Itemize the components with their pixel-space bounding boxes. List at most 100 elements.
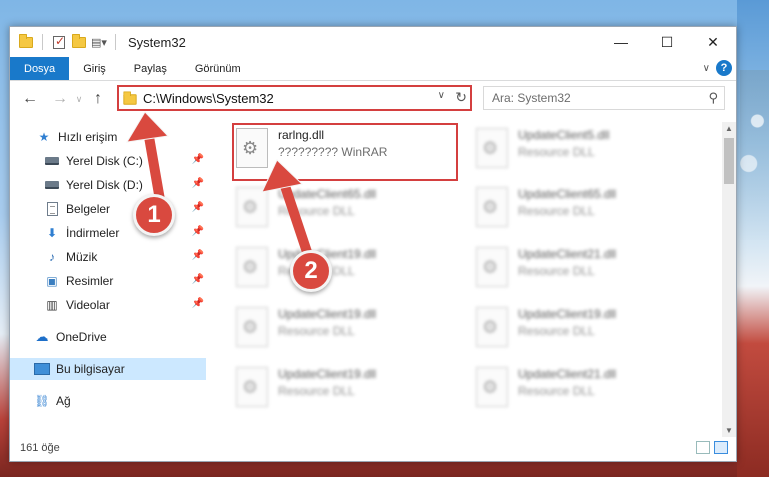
file-type: Resource DLL: [518, 204, 595, 218]
pin-icon[interactable]: 📌: [192, 298, 204, 309]
sidebar-item-drive-d[interactable]: Yerel Disk (D:) 📌: [10, 174, 206, 196]
pin-icon[interactable]: 📌: [192, 274, 204, 285]
expand-ribbon-icon[interactable]: ∨: [703, 63, 710, 74]
item-count: 161 öğe: [20, 442, 60, 454]
address-bar[interactable]: C:\Windows\System32 ∨ ↻: [118, 86, 472, 110]
file-item[interactable]: ⚙ UpdateClient5.dll Resource DLL: [472, 124, 692, 180]
cloud-icon: ☁: [35, 329, 49, 344]
tiles-view-icon[interactable]: [714, 441, 728, 454]
step-badge-2: 2: [290, 250, 332, 292]
sidebar-item-label: Bu bilgisayar: [56, 362, 125, 376]
file-item[interactable]: ⚙ UpdateClient19.dll Resource DLL: [232, 243, 452, 299]
window-controls: — ☐ ✕: [598, 27, 736, 57]
sidebar-item-label: Yerel Disk (D:): [66, 178, 143, 192]
sidebar-item-label: Ağ: [56, 394, 71, 408]
sidebar-item-music[interactable]: ♪ Müzik 📌: [10, 246, 206, 268]
chevron-down-icon[interactable]: ∨: [438, 90, 445, 101]
dll-file-icon: ⚙: [476, 307, 508, 347]
file-type: Resource DLL: [278, 384, 355, 398]
file-type: Resource DLL: [518, 264, 595, 278]
sidebar-item-quick-access[interactable]: ★ Hızlı erişim: [10, 126, 206, 148]
file-type: Resource DLL: [278, 204, 355, 218]
search-placeholder: Ara: System32: [492, 91, 571, 105]
sidebar-item-documents[interactable]: Belgeler 📌: [10, 198, 206, 220]
scrollbar-thumb[interactable]: [724, 138, 734, 184]
scroll-down-icon[interactable]: ▼: [722, 426, 736, 435]
minimize-button[interactable]: —: [598, 27, 644, 57]
dll-file-icon: ⚙: [476, 187, 508, 227]
video-icon: ▥: [46, 298, 58, 312]
properties-icon[interactable]: [51, 34, 67, 50]
file-type: Resource DLL: [518, 384, 595, 398]
address-path: C:\Windows\System32: [143, 90, 274, 106]
new-folder-icon[interactable]: [71, 33, 87, 50]
up-button[interactable]: ↑: [86, 90, 110, 108]
sidebar-item-downloads[interactable]: ⬇ İndirmeler 📌: [10, 222, 206, 244]
sidebar-item-label: OneDrive: [56, 330, 107, 344]
dll-file-icon: ⚙: [476, 128, 508, 168]
refresh-icon[interactable]: ↻: [455, 89, 467, 106]
vertical-scrollbar[interactable]: ▲ ▼: [722, 122, 736, 437]
file-item[interactable]: ⚙ UpdateClient21.dll Resource DLL: [472, 243, 692, 299]
navigation-bar: ← → ∨ ↑ C:\Windows\System32 ∨ ↻ Ara: Sys…: [10, 84, 736, 114]
back-button[interactable]: ←: [18, 90, 42, 108]
download-icon: ⬇: [46, 226, 58, 240]
file-item[interactable]: ⚙ UpdateClient19.dll Resource DLL: [472, 303, 692, 359]
file-item[interactable]: ⚙ UpdateClient65.dll Resource DLL: [472, 183, 692, 239]
sidebar-item-pictures[interactable]: ▣ Resimler 📌: [10, 270, 206, 292]
navigation-pane: ★ Hızlı erişim Yerel Disk (C:) 📌 Yerel D…: [10, 122, 206, 437]
tab-home[interactable]: Giriş: [69, 57, 120, 80]
sidebar-item-drive-c[interactable]: Yerel Disk (C:) 📌: [10, 150, 206, 172]
divider: [115, 34, 116, 50]
pin-icon[interactable]: 📌: [192, 202, 204, 213]
folder-icon: [123, 91, 137, 105]
dll-file-icon: ⚙: [236, 247, 268, 287]
step-badge-1: 1: [133, 194, 175, 236]
sidebar-item-videos[interactable]: ▥ Videolar 📌: [10, 294, 206, 316]
file-name: UpdateClient65.dll: [278, 187, 377, 201]
scroll-up-icon[interactable]: ▲: [722, 124, 736, 133]
pin-icon[interactable]: 📌: [192, 226, 204, 237]
pin-icon[interactable]: 📌: [192, 154, 204, 165]
file-item[interactable]: ⚙ UpdateClient65.dll Resource DLL: [232, 183, 452, 239]
tab-view[interactable]: Görünüm: [181, 57, 255, 80]
sidebar-item-this-pc[interactable]: Bu bilgisayar: [10, 358, 206, 380]
dll-file-icon: ⚙: [236, 187, 268, 227]
star-icon: ★: [38, 130, 50, 144]
file-explorer-window: ▤▾ System32 — ☐ ✕ Dosya Giriş Paylaş Gör…: [9, 26, 737, 462]
ribbon-tabs: Dosya Giriş Paylaş Görünüm ∨ ?: [10, 57, 736, 81]
pin-icon[interactable]: 📌: [192, 250, 204, 261]
maximize-button[interactable]: ☐: [644, 27, 690, 57]
search-input[interactable]: Ara: System32 ⚲: [483, 86, 725, 110]
file-name: UpdateClient21.dll: [518, 367, 617, 381]
sidebar-item-onedrive[interactable]: ☁ OneDrive: [10, 326, 206, 348]
tab-file[interactable]: Dosya: [10, 57, 70, 80]
tab-share[interactable]: Paylaş: [120, 57, 181, 80]
file-name: rarlng.dll: [278, 128, 325, 142]
forward-button[interactable]: →: [48, 90, 72, 108]
sidebar-item-label: Videolar: [66, 298, 110, 312]
file-item[interactable]: ⚙ UpdateClient21.dll Resource DLL: [472, 363, 692, 419]
file-item[interactable]: ⚙ UpdateClient19.dll Resource DLL: [232, 303, 452, 359]
help-icon[interactable]: ?: [716, 60, 732, 76]
sidebar-item-label: Resimler: [66, 274, 114, 288]
pictures-icon: ▣: [46, 274, 58, 288]
title-bar: ▤▾ System32 — ☐ ✕: [10, 27, 736, 57]
search-icon[interactable]: ⚲: [708, 90, 718, 106]
details-view-icon[interactable]: [696, 441, 710, 454]
dll-file-icon: ⚙: [236, 128, 268, 168]
pin-icon[interactable]: 📌: [192, 178, 204, 189]
file-name: UpdateClient21.dll: [518, 247, 617, 261]
file-type: Resource DLL: [518, 145, 595, 159]
wallpaper-tree: [740, 70, 769, 240]
sidebar-item-network[interactable]: ⛓ Ağ: [10, 390, 206, 412]
file-item[interactable]: ⚙ rarlng.dll ????????? WinRAR: [232, 124, 452, 180]
close-button[interactable]: ✕: [690, 27, 736, 57]
recent-locations-icon[interactable]: ∨: [72, 94, 86, 105]
dll-file-icon: ⚙: [476, 367, 508, 407]
view-buttons: [696, 441, 728, 454]
status-bar: 161 öğe: [10, 435, 736, 461]
customize-toolbar-icon[interactable]: ▤▾: [91, 34, 107, 50]
file-item[interactable]: ⚙ UpdateClient19.dll Resource DLL: [232, 363, 452, 419]
drive-icon: [44, 177, 60, 193]
